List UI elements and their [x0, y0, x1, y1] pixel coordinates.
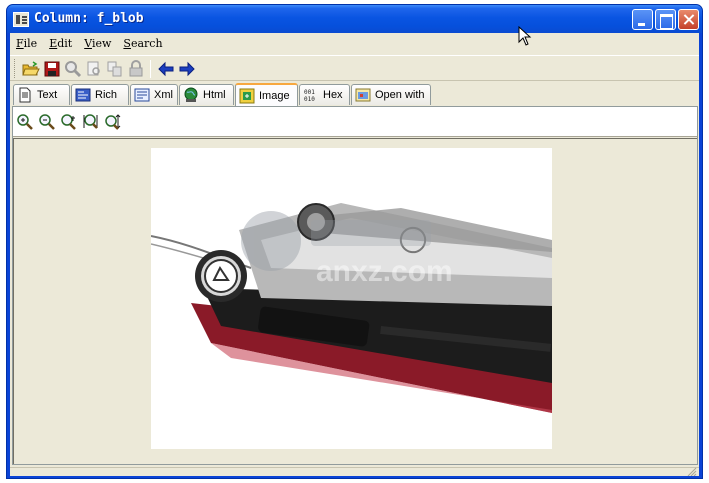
window-title: Column: f_blob: [34, 11, 144, 26]
find-icon[interactable]: [64, 60, 82, 78]
maximize-icon: [656, 10, 675, 29]
blob-image: anxz.com: [151, 148, 552, 449]
zoom-stretch-icon[interactable]: [104, 113, 121, 130]
xml-icon: [134, 88, 150, 102]
save-icon[interactable]: [43, 60, 61, 78]
svg-text:anxz.com: anxz.com: [316, 255, 453, 288]
toolbar-grip[interactable]: [14, 59, 17, 78]
phone-photo: anxz.com: [151, 148, 552, 449]
close-icon: [679, 10, 698, 29]
rich-text-icon: [75, 88, 91, 102]
maximize-button[interactable]: [655, 9, 676, 30]
tab-label: Hex: [323, 89, 343, 101]
resize-grip-icon[interactable]: [687, 467, 697, 476]
forward-arrow-icon[interactable]: [178, 60, 196, 78]
open-folder-icon[interactable]: [22, 60, 40, 78]
tab-label: Rich: [95, 89, 118, 101]
client-area: File Edit View Search Text Rich Xml Html…: [10, 33, 699, 476]
minimize-button[interactable]: [632, 9, 653, 30]
status-bar: [10, 467, 699, 476]
zoom-out-icon[interactable]: [38, 113, 55, 130]
svg-text:010: 010: [304, 96, 315, 103]
svg-text:001: 001: [304, 89, 315, 96]
image-viewer[interactable]: anxz.com: [13, 138, 697, 464]
app-icon[interactable]: [13, 12, 29, 27]
tab-text[interactable]: Text: [13, 84, 70, 105]
back-arrow-icon[interactable]: [157, 60, 175, 78]
copy-icon[interactable]: [106, 60, 124, 78]
menu-search[interactable]: Search: [117, 33, 168, 53]
toolbar: [10, 55, 699, 81]
tab-hex[interactable]: 001 010 Hex: [299, 84, 350, 105]
zoom-actual-icon[interactable]: [82, 113, 99, 130]
tab-xml[interactable]: Xml: [130, 84, 178, 105]
text-page-icon: [19, 87, 31, 103]
menu-file[interactable]: File: [10, 33, 43, 53]
menu-view[interactable]: View: [78, 33, 117, 53]
menu-bar: File Edit View Search: [10, 33, 699, 53]
tab-image[interactable]: Image: [235, 83, 298, 106]
tab-html[interactable]: Html: [179, 84, 234, 105]
view-tabs: Text Rich Xml Html Image 001 010 Hex Ope…: [10, 83, 699, 106]
zoom-fit-icon[interactable]: [60, 113, 77, 130]
mouse-cursor-icon: [518, 26, 532, 46]
lock-icon[interactable]: [127, 60, 145, 78]
title-bar[interactable]: Column: f_blob: [7, 5, 702, 33]
image-icon: [239, 88, 255, 103]
minimize-icon: [633, 10, 652, 29]
tab-label: Text: [37, 89, 58, 101]
zoom-in-icon[interactable]: [16, 113, 33, 130]
hex-icon: 001010: [304, 89, 315, 103]
toolbar-separator: [150, 60, 151, 78]
tab-label: Image: [259, 89, 290, 102]
tab-open-with[interactable]: Open with: [351, 84, 431, 105]
tab-label: Open with: [375, 89, 425, 101]
app-window: Column: f_blob File Edit View Search Tex…: [6, 4, 703, 479]
open-with-icon: [355, 88, 371, 102]
menu-edit[interactable]: Edit: [43, 33, 78, 53]
print-preview-icon[interactable]: [85, 60, 103, 78]
tab-label: Xml: [154, 89, 173, 101]
close-button[interactable]: [678, 9, 699, 30]
tab-label: Html: [203, 89, 226, 101]
zoom-toolbar: [13, 107, 697, 137]
tab-rich[interactable]: Rich: [71, 84, 129, 105]
tab-panel: anxz.com: [12, 106, 698, 465]
html-globe-icon: [184, 87, 198, 102]
